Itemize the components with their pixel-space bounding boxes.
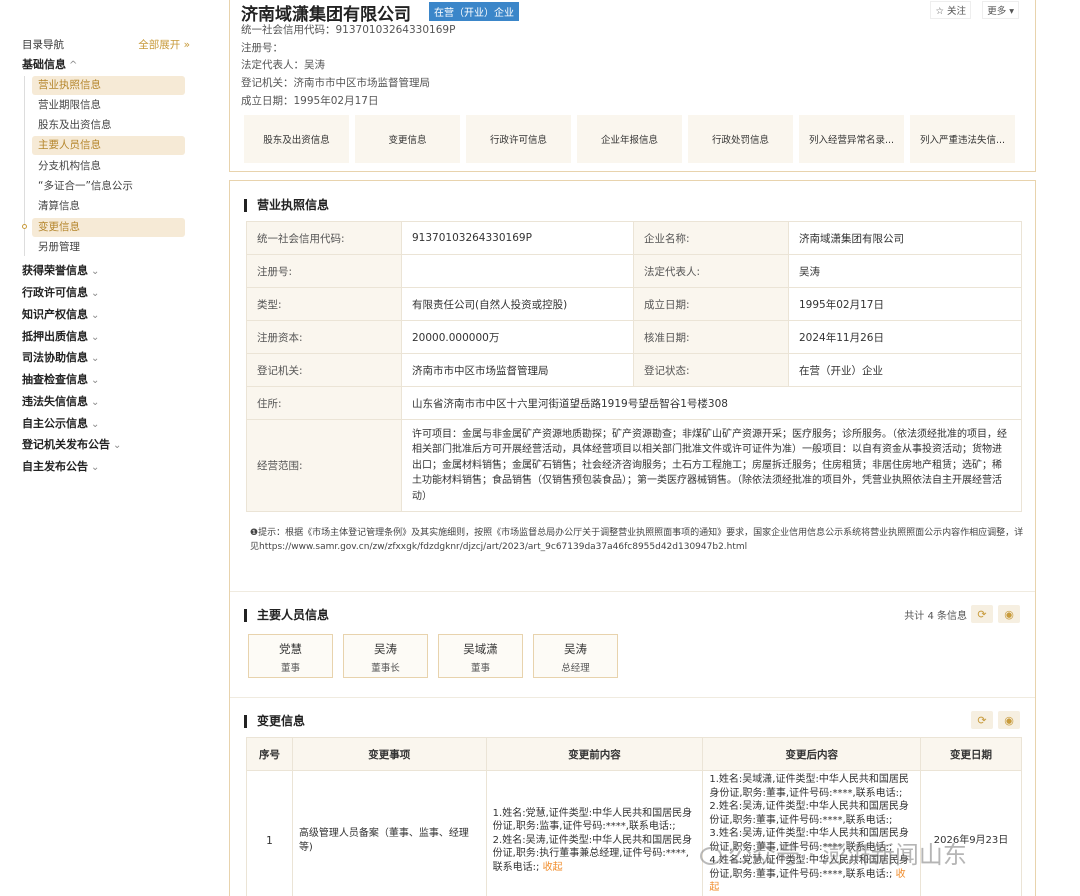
nav-item-liquidation[interactable]: 清算信息 <box>32 197 185 216</box>
nav-group-self-disclosure[interactable]: 自主公示信息 ⌄ <box>22 415 99 431</box>
nav-item-shareholders[interactable]: 股东及出资信息 <box>32 116 185 135</box>
nav-item-term[interactable]: 营业期限信息 <box>32 96 185 115</box>
info-reg-no: 注册号： <box>241 42 283 54</box>
status-badge: 在营（开业）企业 <box>429 2 519 21</box>
nav-title: 目录导航 <box>22 39 64 51</box>
chevron-down-icon: ⌄ <box>91 375 100 386</box>
company-header-card: 济南域潇集团有限公司 在营（开业）企业 ☆ 关注 更多 ▾ 统一社会信用代码：9… <box>229 0 1036 172</box>
nav-group-permits[interactable]: 行政许可信息 ⌄ <box>22 284 99 300</box>
collapse-link[interactable]: 收起 <box>543 862 563 873</box>
section-title-changes: 变更信息 <box>244 715 305 728</box>
table-row: 登记机关: 济南市市中区市场监督管理局 登记状态: 在营（开业）企业 <box>246 353 1022 387</box>
section-title-license: 营业执照信息 <box>244 199 329 212</box>
person-card[interactable]: 吴域潇 董事 <box>438 634 523 678</box>
table-row: 注册资本: 20000.000000万 核准日期: 2024年11月26日 <box>246 320 1022 354</box>
details-card: 营业执照信息 统一社会信用代码: 91370103264330169P 企业名称… <box>229 180 1036 896</box>
people-list: 党慧 董事 吴涛 董事长 吴域潇 董事 吴涛 总经理 <box>248 634 618 678</box>
refresh-icon[interactable]: ⟳ <box>971 605 993 623</box>
quick-link-shareholders[interactable]: 股东及出资信息 <box>244 115 349 163</box>
expand-all-link[interactable]: 全部展开 » <box>138 37 190 52</box>
section-title-people: 主要人员信息 <box>244 609 329 622</box>
quick-link-annual-reports[interactable]: 企业年报信息 <box>577 115 682 163</box>
table-header-row: 序号 变更事项 变更前内容 变更后内容 变更日期 <box>246 737 1022 771</box>
nav-header: 目录导航 全部展开 » <box>22 37 190 52</box>
nav-group-self-notices[interactable]: 自主发布公告 ⌄ <box>22 458 99 474</box>
quick-link-abnormal-list[interactable]: 列入经营异常名录... <box>799 115 904 163</box>
nav-group-ip[interactable]: 知识产权信息 ⌄ <box>22 306 99 322</box>
person-card[interactable]: 吴涛 董事长 <box>343 634 428 678</box>
nav-tree-line <box>24 76 25 256</box>
table-row-address: 住所: 山东省济南市市中区十六里河街道望岳路1919号望岳智谷1号楼308 <box>246 386 1022 420</box>
eye-icon[interactable]: ◉ <box>998 711 1020 729</box>
chevron-down-icon: ⌄ <box>91 310 100 321</box>
nav-item-key-people[interactable]: 主要人员信息 <box>32 136 185 155</box>
quick-links: 股东及出资信息 变更信息 行政许可信息 企业年报信息 行政处罚信息 列入经营异常… <box>244 115 1015 163</box>
before-content: 1.姓名:党慧,证件类型:中华人民共和国居民身份证,职务:监事,证件号码:***… <box>492 807 693 873</box>
table-row-scope: 经营范围: 许可项目：金属与非金属矿产资源地质勘探；矿产资源勘查；非煤矿山矿产资… <box>246 419 1022 512</box>
chevron-down-icon: ⌄ <box>91 353 100 364</box>
nav-item-multi-cert[interactable]: “多证合一”信息公示 <box>32 177 185 196</box>
nav-group-pledge[interactable]: 抵押出质信息 ⌄ <box>22 328 99 344</box>
people-count: 共计 4 条信息 <box>904 611 967 622</box>
follow-button[interactable]: ☆ 关注 <box>930 1 971 19</box>
table-row: 1 高级管理人员备案（董事、监事、经理等) 1.姓名:党慧,证件类型:中华人民共… <box>246 770 1022 896</box>
eye-icon[interactable]: ◉ <box>998 605 1020 623</box>
nav-item-branches[interactable]: 分支机构信息 <box>32 157 185 176</box>
divider <box>230 697 1035 698</box>
chevron-down-icon: ⌄ <box>91 397 100 408</box>
side-navigation: 目录导航 全部展开 » 基础信息 ^ 营业执照信息 营业期限信息 股东及出资信息 … <box>0 0 200 896</box>
nav-item-separate-register[interactable]: 另册管理 <box>32 238 185 257</box>
chevron-down-icon: ⌄ <box>113 440 122 451</box>
license-table: 统一社会信用代码: 91370103264330169P 企业名称: 济南域潇集… <box>246 221 1022 512</box>
quick-link-changes[interactable]: 变更信息 <box>355 115 460 163</box>
table-row: 类型: 有限责任公司(自然人投资或控股) 成立日期: 1995年02月17日 <box>246 287 1022 321</box>
changes-table: 序号 变更事项 变更前内容 变更后内容 变更日期 1 高级管理人员备案（董事、监… <box>246 737 1022 896</box>
wechat-icon <box>700 847 722 865</box>
divider <box>230 591 1035 592</box>
nav-group-authority-notices[interactable]: 登记机关发布公告 ⌄ <box>22 436 121 452</box>
info-established: 成立日期：1995年02月17日 <box>241 95 379 107</box>
watermark: 公众号 · 澎湃新闻山东 <box>700 835 967 870</box>
table-row: 注册号: 法定代表人: 吴涛 <box>246 254 1022 288</box>
notice-text: ❶提示：根据《市场主体登记管理条例》及其实施细则，按照《市场监督总局办公厅关于调… <box>250 528 1024 552</box>
chevron-down-icon: ⌄ <box>91 332 100 343</box>
active-dot-icon <box>22 224 27 229</box>
nav-group-inspection[interactable]: 抽查检查信息 ⌄ <box>22 371 99 387</box>
chevron-down-icon: ⌄ <box>91 419 100 430</box>
chevron-down-icon: ⌄ <box>91 288 100 299</box>
chevron-up-icon: ^ <box>69 60 78 71</box>
quick-link-penalties[interactable]: 行政处罚信息 <box>688 115 793 163</box>
person-card[interactable]: 吴涛 总经理 <box>533 634 618 678</box>
person-card[interactable]: 党慧 董事 <box>248 634 333 678</box>
info-legal-rep: 法定代表人：吴涛 <box>241 59 325 71</box>
chevron-down-icon: ⌄ <box>91 462 100 473</box>
business-scope: 许可项目：金属与非金属矿产资源地质勘探；矿产资源勘查；非煤矿山矿产资源开采；医疗… <box>401 419 1022 512</box>
quick-link-permits[interactable]: 行政许可信息 <box>466 115 571 163</box>
chevron-down-icon: ⌄ <box>91 266 100 277</box>
address-value: 山东省济南市市中区十六里河街道望岳路1919号望岳智谷1号楼308 <box>401 386 1022 420</box>
double-chevron-down-icon: » <box>183 39 190 51</box>
table-row: 统一社会信用代码: 91370103264330169P 企业名称: 济南域潇集… <box>246 221 1022 255</box>
nav-group-judicial[interactable]: 司法协助信息 ⌄ <box>22 349 99 365</box>
nav-item-changes[interactable]: 变更信息 <box>32 218 185 237</box>
quick-link-serious-violations[interactable]: 列入严重违法失信... <box>910 115 1015 163</box>
info-authority: 登记机关：济南市市中区市场监督管理局 <box>241 77 430 89</box>
nav-group-basic[interactable]: 基础信息 ^ <box>22 56 77 72</box>
nav-group-violations[interactable]: 违法失信信息 ⌄ <box>22 393 99 409</box>
nav-item-license[interactable]: 营业执照信息 <box>32 76 185 95</box>
more-button[interactable]: 更多 ▾ <box>982 1 1019 19</box>
refresh-icon[interactable]: ⟳ <box>971 711 993 729</box>
nav-group-honors[interactable]: 获得荣誉信息 ⌄ <box>22 262 99 278</box>
info-credit-code: 统一社会信用代码：91370103264330169P <box>241 24 456 36</box>
